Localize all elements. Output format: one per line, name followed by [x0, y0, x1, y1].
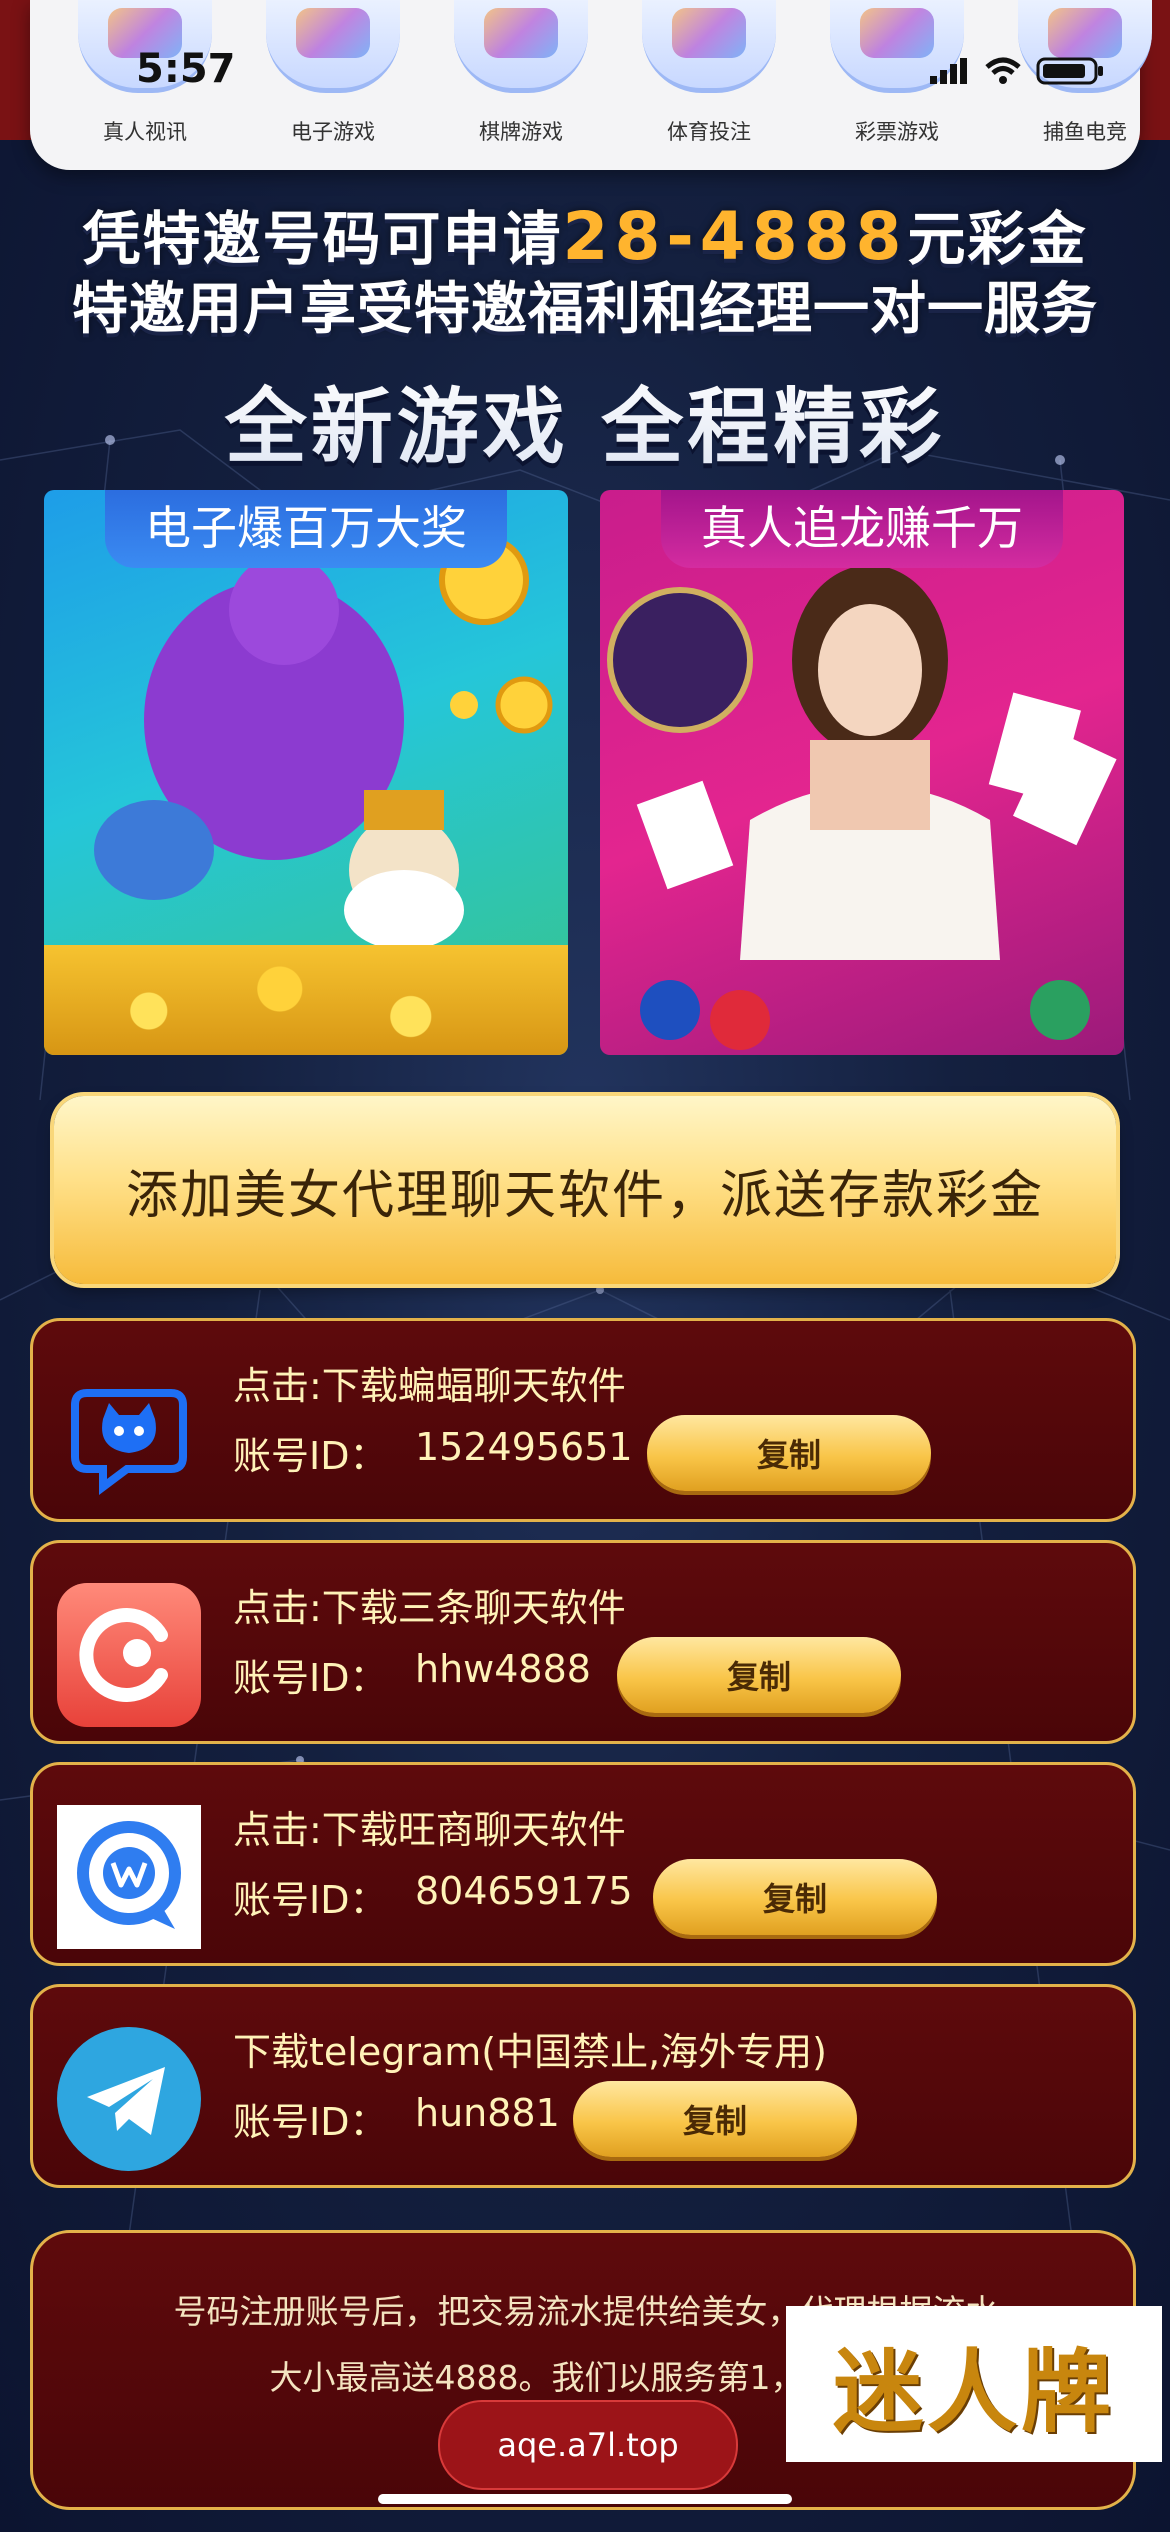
card-title[interactable]: 点击:下载蝙蝠聊天软件 — [233, 1355, 626, 1410]
copy-button[interactable]: 复制 — [647, 1415, 931, 1491]
sports-icon — [642, 0, 776, 93]
nav-item-slots[interactable]: 电子游戏 — [258, 0, 408, 170]
card-title[interactable]: 下载telegram(中国禁止,海外专用) — [233, 2021, 827, 2076]
top-nav-card: 真人视讯 电子游戏 棋牌游戏 体育投注 彩票游戏 捕鱼电竞 5:57 — [30, 0, 1152, 170]
agent-slogan-banner: 添加美女代理聊天软件，派送存款彩金 — [54, 1096, 1116, 1284]
account-id-label: 账号ID： — [233, 2100, 388, 2144]
app-card-santiao: 点击:下载三条聊天软件 账号ID： hhw4888 复制 — [30, 1540, 1136, 1744]
nav-label: 真人视讯 — [103, 120, 187, 144]
account-id-label: 账号ID： — [233, 1656, 388, 1700]
account-id-value: 804659175 — [415, 1869, 633, 1913]
copy-button[interactable]: 复制 — [617, 1637, 901, 1713]
bat-chat-icon[interactable] — [57, 1361, 201, 1505]
account-id-label: 账号ID： — [233, 1878, 388, 1922]
card-title[interactable]: 点击:下载三条聊天软件 — [233, 1577, 626, 1632]
nav-label: 彩票游戏 — [855, 120, 939, 144]
copy-button[interactable]: 复制 — [573, 2081, 857, 2157]
app-card-telegram: 下载telegram(中国禁止,海外专用) 账号ID： hun881 复制 — [30, 1984, 1136, 2188]
cellular-signal-icon — [930, 58, 967, 84]
coin-pile — [44, 945, 568, 1055]
copy-button[interactable]: 复制 — [653, 1859, 937, 1935]
battery-icon — [1036, 57, 1103, 85]
nav-label: 棋牌游戏 — [479, 120, 563, 144]
headline-bonus-prefix: 凭特邀号码可申请 — [82, 205, 563, 273]
account-id-label: 账号ID： — [233, 1434, 388, 1478]
nav-label: 体育投注 — [667, 120, 751, 144]
slots-icon — [266, 0, 400, 93]
live-casino-banner[interactable]: 真人追龙赚千万 — [600, 490, 1124, 1055]
app-card-bat: 点击:下载蝙蝠聊天软件 账号ID： 152495651 复制 — [30, 1318, 1136, 1522]
headline-games: 全新游戏 全程精彩 — [0, 360, 1170, 479]
live-casino-banner-title: 真人追龙赚千万 — [661, 490, 1063, 568]
status-icons — [930, 56, 1106, 86]
telegram-icon[interactable] — [57, 2027, 201, 2171]
headline-bonus-suffix: 元彩金 — [907, 205, 1088, 273]
watermark: 迷人牌 — [786, 2306, 1162, 2462]
nav-label: 电子游戏 — [291, 120, 375, 144]
wangshang-chat-icon[interactable] — [57, 1805, 201, 1949]
dealer-illustration — [607, 565, 1117, 1050]
watermark-text: 迷人牌 — [833, 2339, 1115, 2445]
home-indicator[interactable] — [378, 2494, 792, 2504]
nav-item-sports[interactable]: 体育投注 — [634, 0, 784, 170]
headline-vip: 特邀用户享受特邀福利和经理一对一服务 — [72, 277, 1098, 342]
slots-banner-title: 电子爆百万大奖 — [105, 490, 507, 568]
wifi-icon — [985, 57, 1021, 84]
slots-banner[interactable]: 电子爆百万大奖 — [44, 490, 568, 1055]
account-id-value: hun881 — [415, 2091, 560, 2135]
nav-label: 捕鱼电竞 — [1043, 120, 1127, 144]
app-card-wangshang: 点击:下载旺商聊天软件 账号ID： 804659175 复制 — [30, 1762, 1136, 1966]
account-id-value: hhw4888 — [415, 1647, 591, 1691]
card-title[interactable]: 点击:下载旺商聊天软件 — [233, 1799, 626, 1854]
status-time: 5:57 — [136, 46, 236, 92]
nav-item-card-games[interactable]: 棋牌游戏 — [446, 0, 596, 170]
url-pill[interactable]: aqe.a7l.top — [438, 2400, 738, 2490]
account-id-value: 152495651 — [415, 1425, 633, 1469]
santiao-chat-icon[interactable] — [57, 1583, 201, 1727]
card-games-icon — [454, 0, 588, 93]
